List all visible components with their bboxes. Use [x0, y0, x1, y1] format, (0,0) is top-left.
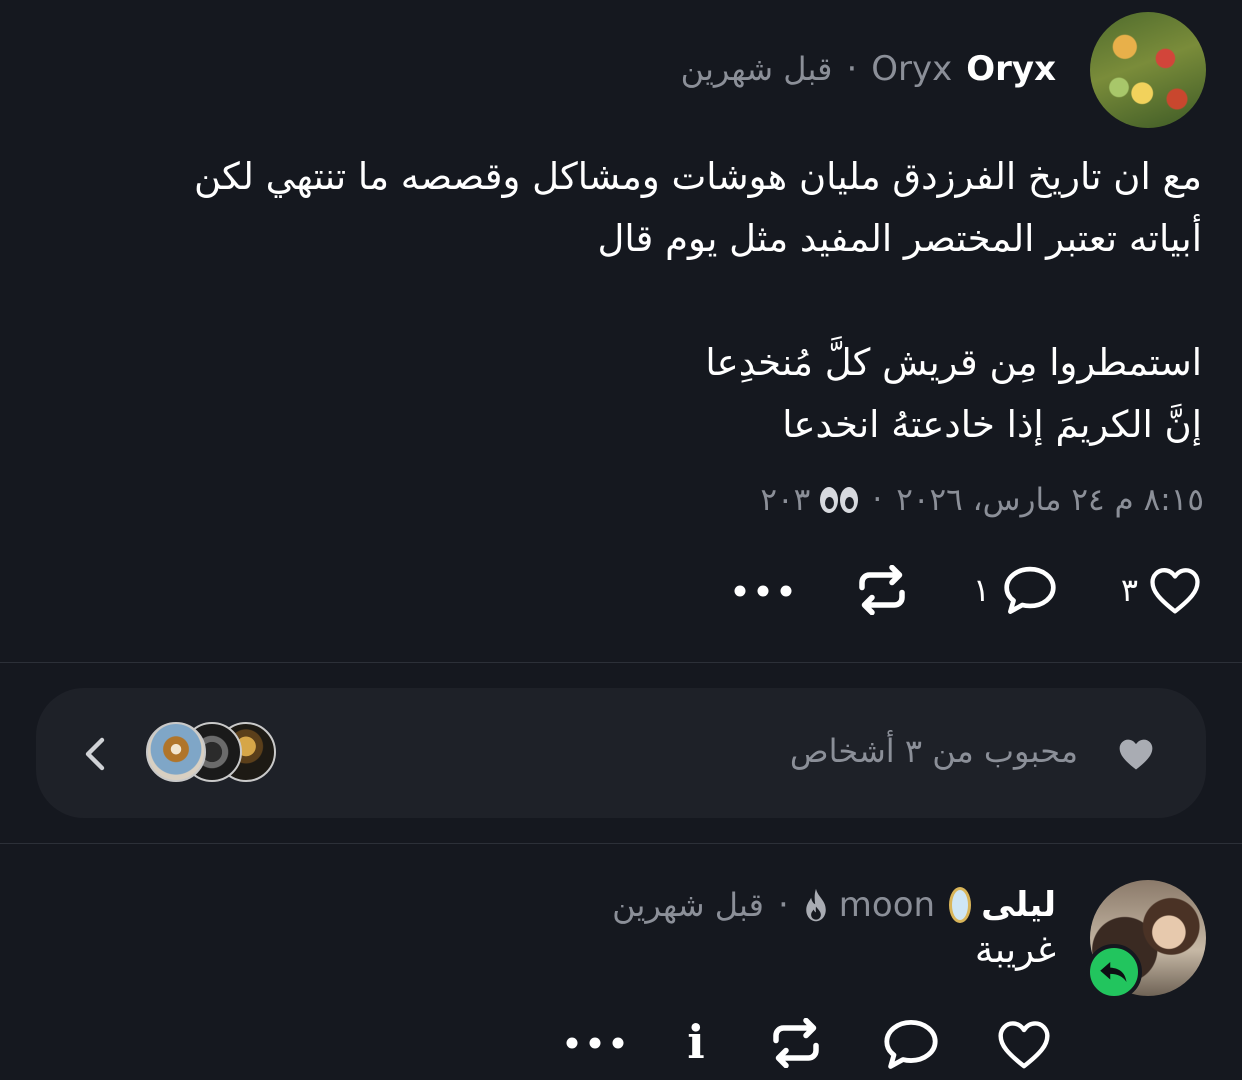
reply-author-name[interactable]: ليلى [981, 885, 1056, 925]
post-body-line [62, 270, 1202, 332]
post-timestamp: ٨:١٥ م ٢٤ مارس، ٢٠٢٦ [896, 482, 1204, 518]
heart-icon [1150, 568, 1200, 614]
post-author-name[interactable]: Oryx [966, 49, 1056, 89]
meta-separator: · [846, 49, 858, 89]
reply-meta: ليلى moon · قبل شهرين [612, 880, 1056, 930]
repost-icon [859, 565, 905, 615]
ellipsis-icon [734, 585, 792, 597]
reply-more-icon[interactable] [564, 1028, 626, 1058]
likes-summary-card[interactable]: محبوب من ٣ أشخاص [36, 688, 1206, 818]
reply-button[interactable]: ١ [973, 562, 1060, 618]
mirror-icon [949, 887, 972, 923]
reply-badge [1086, 944, 1142, 1000]
chevron-left-icon [85, 737, 105, 771]
reply-text: غريبة [974, 928, 1056, 971]
reply-repost-icon[interactable] [766, 1018, 826, 1068]
liker-avatar [146, 722, 206, 782]
eyes-icon [820, 487, 859, 513]
post-views: ٢٠٣ [760, 482, 811, 518]
reply-time-ago: قبل شهرين [612, 886, 764, 924]
post-body-line: أبياته تعتبر المختصر المفيد مثل يوم قال [597, 217, 1202, 260]
likes-summary-label: محبوب من ٣ أشخاص [789, 732, 1078, 770]
reply-author-handle[interactable]: moon [839, 885, 935, 925]
post-body-line: استمطروا مِن قريش كلَّ مُنخدِعا [705, 341, 1202, 384]
stamp-separator: · [872, 482, 883, 518]
like-button[interactable]: ٣ [1121, 562, 1202, 618]
post-body-line: مع ان تاريخ الفرزدق مليان هوشات ومشاكل و… [194, 155, 1202, 198]
heart-filled-icon [1119, 739, 1153, 770]
post-body: مع ان تاريخ الفرزدق مليان هوشات ومشاكل و… [62, 146, 1202, 456]
reply-arrow-icon [1100, 962, 1127, 982]
replies-count: ١ [972, 571, 990, 609]
post-stamp: ٨:١٥ م ٢٤ مارس، ٢٠٢٦ · ٢٠٣ [760, 482, 1204, 518]
meta-separator: · [777, 885, 789, 925]
post-author-avatar[interactable] [1090, 12, 1206, 128]
reply-like-icon[interactable] [996, 1018, 1052, 1070]
info-button[interactable]: i [680, 1012, 712, 1072]
divider [0, 662, 1242, 663]
likes-count: ٣ [1120, 571, 1138, 609]
post-time-ago: قبل شهرين [680, 50, 833, 88]
reply-comment-icon[interactable] [880, 1016, 942, 1072]
post-author-handle[interactable]: Oryx [871, 49, 952, 89]
repost-button[interactable] [852, 562, 912, 618]
comment-icon [1004, 566, 1056, 614]
more-options-button[interactable] [732, 576, 794, 606]
flame-icon [806, 888, 826, 922]
post-body-line: إنَّ الكريمَ إذا خادعتهُ انخدعا [782, 403, 1202, 446]
post-meta: Oryx Oryx · قبل شهرين [681, 44, 1056, 94]
divider [0, 843, 1242, 844]
